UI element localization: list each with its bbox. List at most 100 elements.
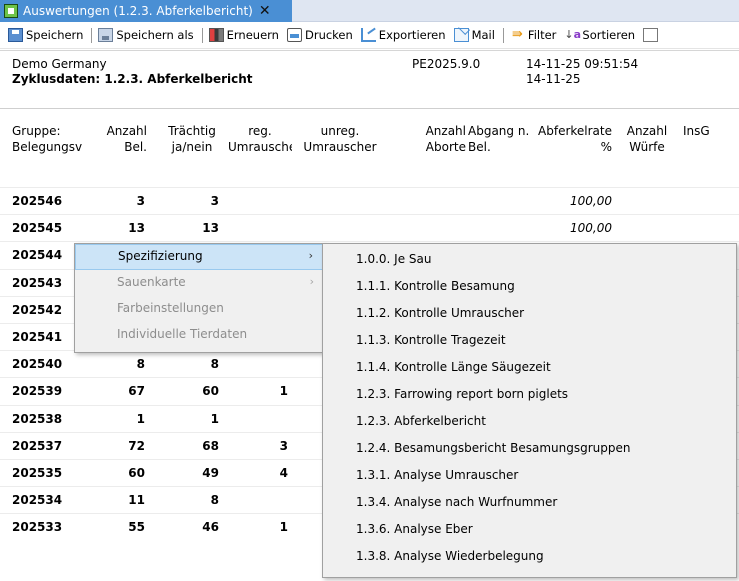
save-as-icon [98, 28, 114, 42]
cell-traechtig: 8 [210, 357, 219, 371]
cell-abferkelrate: 100,00 [570, 194, 612, 208]
mail-button[interactable]: Mail [453, 28, 495, 42]
submenu-item[interactable]: 1.1.4. Kontrolle Länge Säugezeit [323, 354, 736, 381]
menu-item-spezifizierung[interactable]: Spezifizierung › [75, 244, 324, 270]
toolbar: Speichern Speichern als Erneuern Drucken… [0, 22, 739, 49]
submenu-item[interactable]: 1.2.3. Abferkelbericht [323, 408, 736, 435]
submenu-item[interactable]: 1.3.8. Analyse Wiederbelegung [323, 543, 736, 570]
submenu-item[interactable]: 1.1.2. Kontrolle Umrauscher [323, 300, 736, 327]
submenu-item[interactable]: 1.1.3. Kontrolle Tragezeit [323, 327, 736, 354]
submenu-item[interactable]: 1.0.0. Je Sau [323, 246, 736, 273]
cell-traechtig: 8 [210, 493, 219, 507]
cell-reg-umrauscher: 1 [279, 520, 288, 534]
export-icon [360, 28, 376, 42]
cell-anzahl: 67 [128, 384, 145, 398]
menu-item-individuelle-tierdaten[interactable]: Individuelle Tierdaten [75, 322, 324, 348]
cell-gruppe: 202541 [12, 330, 63, 344]
cell-gruppe: 202542 [12, 303, 63, 317]
filter-icon: ⇛ [511, 27, 523, 42]
cell-gruppe: 202537 [12, 439, 63, 453]
column-header[interactable]: Trächtig ja/nein [158, 123, 226, 155]
cell-gruppe: 202538 [12, 412, 63, 426]
row-separator [0, 187, 739, 188]
sort-button[interactable]: ↓a Sortieren [564, 28, 635, 42]
renew-button[interactable]: Erneuern [208, 28, 279, 42]
cell-traechtig: 68 [202, 439, 219, 453]
menu-item-sauenkarte[interactable]: Sauenkarte › [75, 270, 324, 296]
cell-anzahl: 13 [128, 221, 145, 235]
cell-gruppe: 202533 [12, 520, 63, 534]
cell-traechtig: 46 [202, 520, 219, 534]
cell-anzahl: 3 [136, 194, 145, 208]
cell-anzahl: 60 [128, 466, 145, 480]
company-name: Demo Germany [12, 57, 107, 71]
report-timestamp: 14-11-25 09:51:54 14-11-25 [526, 57, 639, 86]
cell-reg-umrauscher: 4 [279, 466, 288, 480]
printer-icon [286, 28, 302, 42]
report-header: Demo Germany Zyklusdaten: 1.2.3. Abferke… [12, 57, 253, 86]
submenu-item[interactable]: 1.2.3. Farrowing report born piglets [323, 381, 736, 408]
refresh-icon [208, 28, 224, 42]
header-divider [0, 108, 739, 109]
print-button[interactable]: Drucken [286, 28, 353, 42]
column-header[interactable]: Anzahl Bel. [92, 123, 147, 155]
report-subtitle: Zyklusdaten: 1.2.3. Abferkelbericht [12, 72, 253, 86]
tab-bar: Auswertungen (1.2.3. Abferkelbericht) ✕ [0, 0, 739, 22]
chevron-right-icon: › [309, 275, 314, 288]
cell-anzahl: 1 [136, 412, 145, 426]
column-header[interactable]: InsG [683, 123, 733, 139]
cell-anzahl: 8 [136, 357, 145, 371]
save-button[interactable]: Speichern [8, 28, 83, 42]
cell-reg-umrauscher: 1 [279, 384, 288, 398]
cell-traechtig: 60 [202, 384, 219, 398]
toolbar-separator [91, 27, 93, 43]
more-icon [643, 28, 659, 42]
cell-gruppe: 202540 [12, 357, 63, 371]
cell-gruppe: 202534 [12, 493, 63, 507]
cell-gruppe: 202535 [12, 466, 63, 480]
column-header[interactable]: Abgang n. Bel. [468, 123, 532, 155]
column-header[interactable]: Abferkelrate% [534, 123, 612, 155]
column-header[interactable]: Gruppe: Belegungsv [12, 123, 82, 155]
cell-gruppe: 202546 [12, 194, 63, 208]
submenu-item[interactable]: 1.2.4. Besamungsbericht Besamungsgruppen [323, 435, 736, 462]
save-as-button[interactable]: Speichern als [98, 28, 194, 42]
toolbar-separator [502, 27, 504, 43]
submenu-item[interactable]: 1.3.6. Analyse Eber [323, 516, 736, 543]
save-icon [8, 28, 23, 42]
submenu-item[interactable]: 1.3.1. Analyse Umrauscher [323, 462, 736, 489]
cell-traechtig: 3 [210, 194, 219, 208]
filter-button[interactable]: ⇛ Filter [510, 27, 556, 43]
more-button[interactable] [643, 28, 661, 42]
column-header[interactable]: Anzahl Aborte [410, 123, 466, 155]
cell-traechtig: 13 [202, 221, 219, 235]
report-icon [4, 4, 18, 18]
toolbar-separator [201, 27, 203, 43]
submenu-spezifizierung: 1.0.0. Je Sau 1.1.1. Kontrolle Besamung … [322, 243, 737, 578]
cell-traechtig: 1 [210, 412, 219, 426]
column-header[interactable]: unreg. Umrauscher [296, 123, 384, 155]
close-icon[interactable]: ✕ [259, 4, 271, 18]
submenu-item[interactable]: 1.1.1. Kontrolle Besamung [323, 273, 736, 300]
context-menu: Spezifizierung › Sauenkarte › Farbeinste… [74, 243, 325, 353]
tab-title: Auswertungen (1.2.3. Abferkelbericht) [23, 4, 253, 18]
cell-reg-umrauscher: 3 [279, 439, 288, 453]
row-separator [0, 241, 739, 242]
menu-item-farbeinstellungen[interactable]: Farbeinstellungen [75, 296, 324, 322]
cell-gruppe: 202543 [12, 276, 63, 290]
cell-anzahl: 55 [128, 520, 145, 534]
cell-gruppe: 202544 [12, 248, 63, 262]
export-button[interactable]: Exportieren [360, 28, 446, 42]
tab-auswertungen[interactable]: Auswertungen (1.2.3. Abferkelbericht) ✕ [0, 0, 292, 22]
sort-az-icon: ↓a [564, 28, 582, 41]
cell-abferkelrate: 100,00 [570, 221, 612, 235]
cell-anzahl: 72 [128, 439, 145, 453]
submenu-item[interactable]: 1.3.4. Analyse nach Wurfnummer [323, 489, 736, 516]
column-header[interactable]: reg.Umrauscher [228, 123, 292, 155]
mail-icon [453, 28, 469, 42]
column-header[interactable]: Anzahl Würfe [622, 123, 672, 155]
cell-gruppe: 202539 [12, 384, 63, 398]
chevron-right-icon: › [308, 249, 313, 262]
cell-gruppe: 202545 [12, 221, 63, 235]
row-separator [0, 214, 739, 215]
